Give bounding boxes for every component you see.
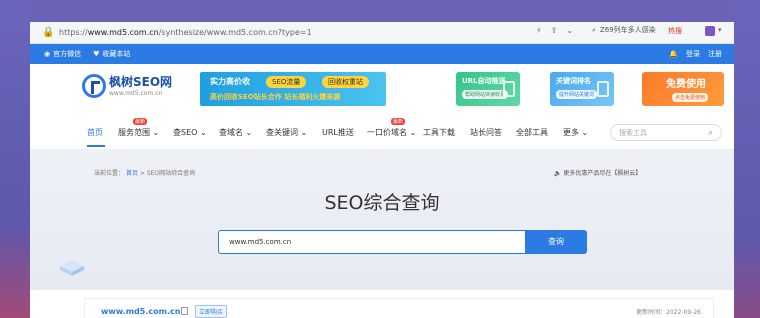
site-topbar: ◉ 官方微信 ♥ 收藏本站 🔔 登录 注册 [30, 44, 734, 64]
result-domain[interactable]: www.md5.com.cn [101, 307, 180, 316]
breadcrumb: 当前位置： 首页 > SEO网站综合查询 [94, 170, 196, 177]
logo-name: 枫树SEO网 [109, 74, 173, 89]
extension-dropdown-icon[interactable]: ▾ [718, 26, 722, 34]
site-logo[interactable]: 枫树SEO网 www.md5.com.cn [82, 74, 172, 98]
nav-qa[interactable]: 站长问答 [470, 127, 502, 138]
buy-now-button[interactable]: 立即购买 [195, 305, 228, 318]
page-title: SEO综合查询 [324, 192, 440, 214]
hot-search-label[interactable]: 热搜 [668, 26, 682, 36]
nav-domain[interactable]: 查域名 ⌄ [219, 127, 252, 138]
document-icon [503, 81, 515, 97]
update-time: 更新时间：2022-09-26 [636, 309, 701, 316]
logo-site: www.md5.com.cn [109, 89, 163, 97]
logo-mark-icon [82, 74, 106, 98]
address-tools: ⚡ ⇪ ⌄ [536, 26, 573, 35]
search-icon[interactable]: ⌕ [709, 128, 713, 138]
url-text[interactable]: https://www.md5.com.cn/synthesize/www.md… [59, 28, 312, 37]
domain-search-input[interactable]: www.md5.com.cn [218, 230, 526, 254]
breadcrumb-current: SEO网站综合查询 [146, 170, 196, 177]
secure-lock-icon: 🔒 [42, 26, 55, 38]
browser-search-text: Z69列车多人感染 [599, 26, 656, 34]
nav-home[interactable]: 首页 [87, 127, 103, 138]
ad-url-push[interactable]: URL自动推送 帮助网站快速收录 [456, 72, 520, 106]
browser-search[interactable]: ⌕ Z69列车多人感染 [592, 25, 656, 35]
breadcrumb-home[interactable]: 首页 [126, 170, 138, 177]
nav-tool-download[interactable]: 工具下载 [423, 127, 455, 138]
query-button[interactable]: 查询 [525, 230, 587, 254]
query-banner: 当前位置： 首页 > SEO网站综合查询 🔈 更多优惠产品尽在【枫树云】 SEO… [30, 150, 734, 290]
nav-url-push[interactable]: URL推送 [322, 127, 354, 138]
promo-link[interactable]: 🔈 更多优惠产品尽在【枫树云】 [554, 168, 641, 177]
nav-all-tools[interactable]: 全部工具 [516, 127, 548, 138]
main-nav: 首页 服务范围 ⌄ 最新 查SEO ⌄ 查域名 ⌄ 查关键词 ⌄ URL推送 一… [30, 116, 734, 150]
chart-icon [597, 81, 609, 97]
bookmark-link[interactable]: ♥ 收藏本站 [93, 49, 130, 59]
wechat-icon: ◉ [44, 50, 51, 58]
lightning-icon[interactable]: ⚡ [536, 26, 542, 35]
cube-decoration-icon [60, 260, 84, 276]
ad-free-use[interactable]: 免费使用 点击免费使用 [642, 72, 724, 106]
tool-search-input[interactable]: 搜索工具 ⌕ [610, 124, 722, 141]
bell-icon[interactable]: 🔔 [669, 50, 678, 58]
copy-icon[interactable] [181, 307, 188, 315]
register-link[interactable]: 注册 [708, 49, 722, 59]
speaker-icon: 🔈 [554, 170, 562, 177]
banner-ad-recycle[interactable]: 实力高价收 SEO流量 回收权重站 高价回收SEO站长合作 站长福利火爆来袭 [200, 72, 386, 106]
ad-keyword-ranking[interactable]: 关键词排名 提升网站关键词 [550, 72, 614, 106]
login-link[interactable]: 登录 [686, 49, 700, 59]
nav-active-underline [87, 145, 105, 147]
address-bar[interactable]: 🔒 https://www.md5.com.cn/synthesize/www.… [30, 22, 734, 44]
wechat-link[interactable]: ◉ 官方微信 [44, 49, 81, 59]
nav-services[interactable]: 服务范围 ⌄ [118, 127, 159, 138]
account-links: 🔔 登录 注册 [669, 49, 722, 59]
desktop-background-left [0, 0, 30, 318]
result-card: www.md5.com.cn 立即购买 更新时间：2022-09-26 [84, 298, 714, 318]
search-icon: ⌕ [592, 25, 596, 34]
nav-keywords[interactable]: 查关键词 ⌄ [266, 127, 307, 138]
chevron-down-icon[interactable]: ⌄ [566, 26, 573, 35]
nav-more[interactable]: 更多 ⌄ [563, 127, 588, 138]
desktop-background-right [734, 0, 760, 318]
nav-fixed-price-domain[interactable]: 一口价域名 ⌄ [367, 127, 416, 138]
nav-badge-new-2: 最新 [391, 118, 406, 125]
site-header: 枫树SEO网 www.md5.com.cn 实力高价收 SEO流量 回收权重站 … [30, 64, 734, 116]
browser-window: 🔒 https://www.md5.com.cn/synthesize/www.… [30, 22, 734, 318]
nav-badge-new: 最新 [133, 118, 148, 125]
heart-icon: ♥ [93, 50, 100, 58]
share-icon[interactable]: ⇪ [551, 26, 558, 35]
nav-seo[interactable]: 查SEO ⌄ [173, 127, 207, 138]
extension-icon[interactable] [705, 26, 715, 36]
